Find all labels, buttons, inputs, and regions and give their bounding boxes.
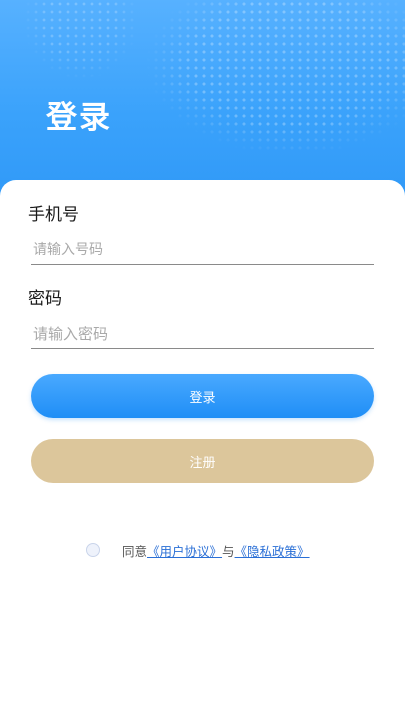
login-card: 手机号 密码 登录 注册 同意 《用户协议》 与 《隐私政策》 — [0, 180, 405, 720]
privacy-policy-link[interactable]: 《隐私政策》 — [235, 541, 310, 560]
agreement-prefix: 同意 — [122, 543, 148, 559]
password-input[interactable] — [31, 321, 374, 349]
agree-radio[interactable] — [86, 543, 100, 557]
agreement-connector: 与 — [222, 543, 235, 559]
agreement-row: 同意 《用户协议》 与 《隐私政策》 — [86, 541, 310, 559]
register-button[interactable]: 注册 — [31, 439, 374, 483]
user-agreement-link[interactable]: 《用户协议》 — [147, 541, 222, 560]
login-screen: 登录 手机号 密码 登录 注册 同意 《用户协议》 与 《隐私政策》 — [0, 0, 405, 720]
page-title: 登录 — [46, 100, 112, 136]
phone-input[interactable] — [31, 237, 374, 265]
phone-label: 手机号 — [28, 205, 79, 225]
login-button[interactable]: 登录 — [31, 374, 374, 418]
header-banner: 登录 — [0, 0, 405, 210]
password-label: 密码 — [28, 289, 62, 309]
